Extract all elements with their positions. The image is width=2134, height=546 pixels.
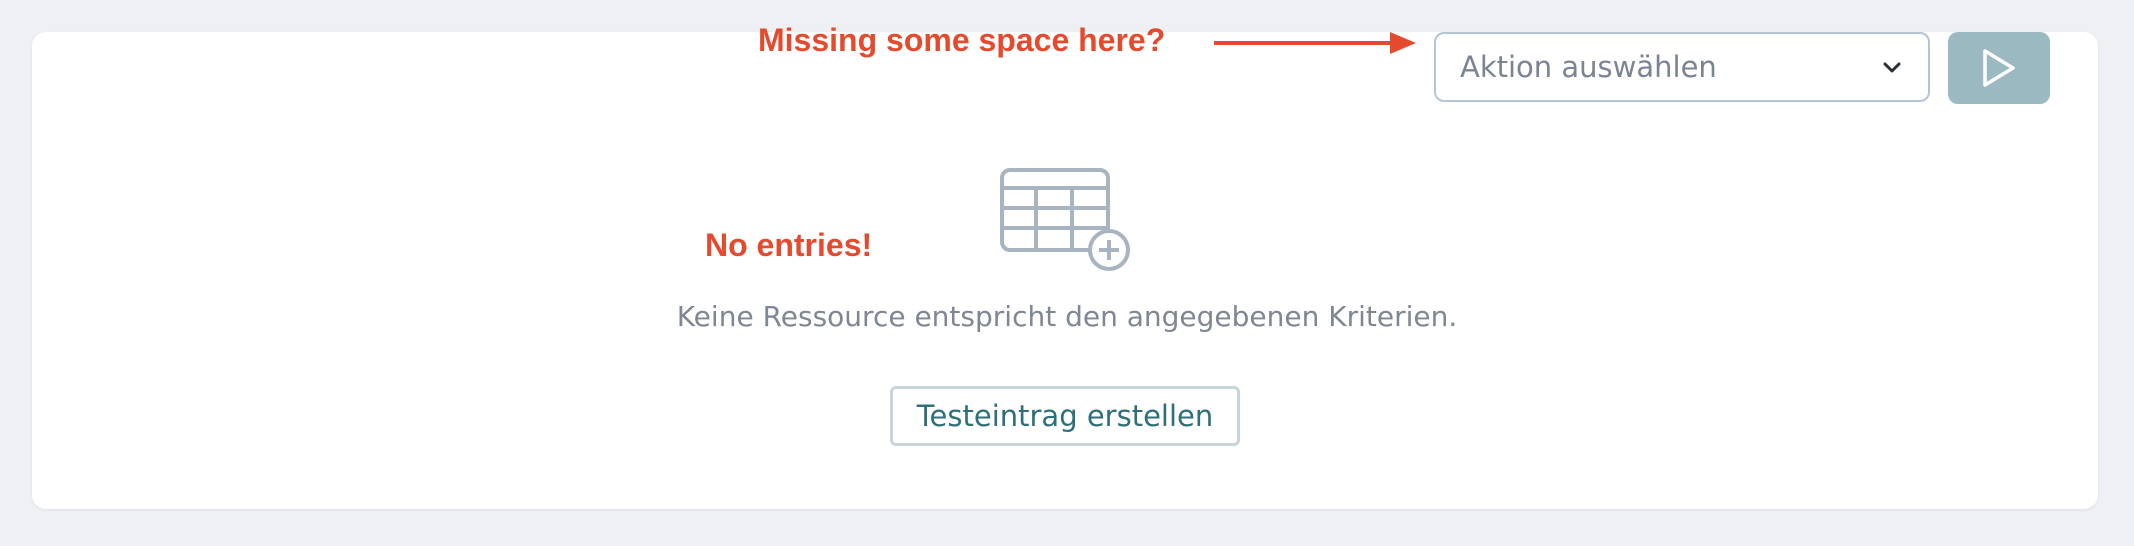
table-add-icon — [1000, 168, 1130, 271]
empty-state-message: Keine Ressource entspricht den angegeben… — [676, 300, 1458, 333]
create-test-entry-button[interactable]: Testeintrag erstellen — [890, 386, 1240, 446]
annotation-arrow-icon — [1214, 32, 1416, 54]
chevron-down-icon — [1883, 62, 1901, 73]
run-action-button[interactable] — [1948, 32, 2050, 104]
play-icon — [1983, 49, 2015, 87]
action-select-value: Aktion auswählen — [1460, 50, 1717, 84]
annotation-no-entries: No entries! — [705, 227, 873, 263]
annotation-missing-space: Missing some space here? — [758, 22, 1166, 58]
action-select[interactable]: Aktion auswählen — [1434, 32, 1930, 102]
